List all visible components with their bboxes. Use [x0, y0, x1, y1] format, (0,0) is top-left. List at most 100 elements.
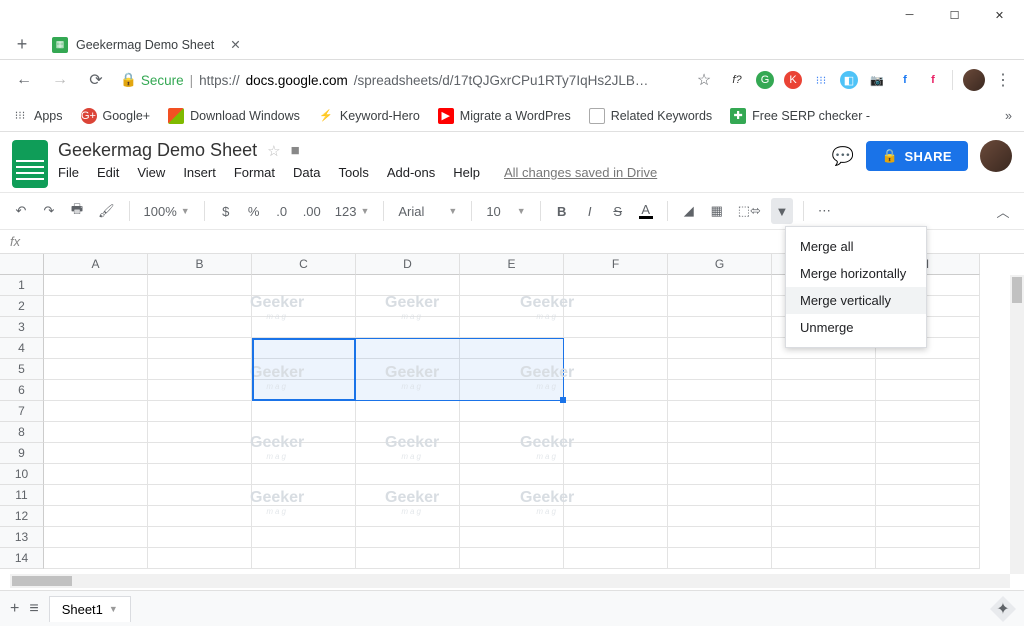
row-header[interactable]: 2	[0, 296, 44, 317]
column-header[interactable]: B	[148, 254, 252, 275]
cell[interactable]	[876, 485, 980, 506]
star-icon[interactable]: ☆	[267, 142, 280, 160]
row-header[interactable]: 3	[0, 317, 44, 338]
column-header[interactable]: G	[668, 254, 772, 275]
redo-button[interactable]: ↷	[38, 198, 60, 224]
cell[interactable]	[564, 317, 668, 338]
cell[interactable]	[460, 422, 564, 443]
column-header[interactable]: A	[44, 254, 148, 275]
number-format-select[interactable]: 123▼	[331, 204, 374, 219]
column-header[interactable]: D	[356, 254, 460, 275]
cell[interactable]	[668, 506, 772, 527]
cell[interactable]	[668, 527, 772, 548]
cell[interactable]	[564, 527, 668, 548]
row-header[interactable]: 12	[0, 506, 44, 527]
cell[interactable]	[44, 359, 148, 380]
explore-button[interactable]: ✦	[990, 596, 1016, 622]
ext-icon[interactable]: ⁝⁝⁝	[812, 71, 830, 89]
cell[interactable]	[252, 380, 356, 401]
row-header[interactable]: 14	[0, 548, 44, 569]
forward-button[interactable]: →	[48, 71, 72, 89]
cell[interactable]	[44, 506, 148, 527]
row-header[interactable]: 5	[0, 359, 44, 380]
bookmark-item[interactable]: G+ Google+	[81, 108, 151, 124]
cell[interactable]	[356, 422, 460, 443]
cell[interactable]	[668, 338, 772, 359]
menu-data[interactable]: Data	[293, 165, 320, 180]
cell[interactable]	[668, 485, 772, 506]
cell[interactable]	[876, 548, 980, 569]
cell[interactable]	[564, 380, 668, 401]
ext-icon[interactable]: K	[784, 71, 802, 89]
select-all-corner[interactable]	[0, 254, 44, 275]
cell[interactable]	[252, 485, 356, 506]
cell[interactable]	[252, 464, 356, 485]
merge-all-item[interactable]: Merge all	[786, 233, 926, 260]
cell[interactable]	[252, 338, 356, 359]
horizontal-scrollbar[interactable]	[10, 574, 1010, 588]
italic-button[interactable]: I	[579, 198, 601, 224]
cell[interactable]	[460, 548, 564, 569]
cell[interactable]	[876, 359, 980, 380]
cell[interactable]	[148, 317, 252, 338]
cell[interactable]	[252, 548, 356, 569]
zoom-select[interactable]: 100%▼	[140, 204, 194, 219]
cell[interactable]	[148, 422, 252, 443]
bookmark-item[interactable]: ✚ Free SERP checker -	[730, 108, 870, 124]
cell[interactable]	[44, 296, 148, 317]
merge-vertical-item[interactable]: Merge vertically	[786, 287, 926, 314]
cell[interactable]	[148, 485, 252, 506]
cell[interactable]	[356, 527, 460, 548]
merge-dropdown-button[interactable]: ▼	[771, 198, 793, 224]
cell[interactable]	[460, 296, 564, 317]
row-header[interactable]: 11	[0, 485, 44, 506]
cell[interactable]	[148, 464, 252, 485]
cell[interactable]	[356, 485, 460, 506]
cell[interactable]	[668, 464, 772, 485]
undo-button[interactable]: ↶	[10, 198, 32, 224]
row-header[interactable]: 6	[0, 380, 44, 401]
column-header[interactable]: E	[460, 254, 564, 275]
cell[interactable]	[460, 464, 564, 485]
bookmark-item[interactable]: Related Keywords	[589, 108, 712, 124]
menu-help[interactable]: Help	[453, 165, 480, 180]
cell[interactable]	[148, 401, 252, 422]
cell[interactable]	[44, 380, 148, 401]
tab-close-button[interactable]: ✕	[230, 37, 240, 52]
cell[interactable]	[252, 443, 356, 464]
merge-horizontal-item[interactable]: Merge horizontally	[786, 260, 926, 287]
cell[interactable]	[564, 275, 668, 296]
cell[interactable]	[460, 359, 564, 380]
cell[interactable]	[148, 548, 252, 569]
cell[interactable]	[668, 548, 772, 569]
menu-edit[interactable]: Edit	[97, 165, 119, 180]
share-button[interactable]: 🔒 SHARE	[866, 141, 968, 171]
unmerge-item[interactable]: Unmerge	[786, 314, 926, 341]
cell[interactable]	[668, 359, 772, 380]
ext-icon[interactable]: G	[756, 71, 774, 89]
cell[interactable]	[564, 422, 668, 443]
cell[interactable]	[772, 380, 876, 401]
star-button[interactable]: ☆	[692, 70, 716, 90]
menu-tools[interactable]: Tools	[338, 165, 368, 180]
cell[interactable]	[876, 401, 980, 422]
cell[interactable]	[148, 380, 252, 401]
menu-format[interactable]: Format	[234, 165, 275, 180]
cell[interactable]	[44, 464, 148, 485]
cell[interactable]	[252, 506, 356, 527]
cell[interactable]	[44, 548, 148, 569]
cell[interactable]	[564, 464, 668, 485]
dec-increase-button[interactable]: .00	[299, 198, 325, 224]
cell[interactable]	[460, 317, 564, 338]
more-toolbar-button[interactable]: ⋯	[814, 198, 837, 224]
cell[interactable]	[772, 359, 876, 380]
menu-insert[interactable]: Insert	[183, 165, 216, 180]
ext-icon[interactable]: f?	[728, 71, 746, 89]
borders-button[interactable]: ▦	[706, 198, 728, 224]
row-header[interactable]: 8	[0, 422, 44, 443]
cell[interactable]	[772, 548, 876, 569]
cell[interactable]	[44, 401, 148, 422]
cell[interactable]	[460, 338, 564, 359]
comments-button[interactable]: 💬	[831, 146, 853, 167]
print-button[interactable]: 🖶	[66, 198, 88, 224]
